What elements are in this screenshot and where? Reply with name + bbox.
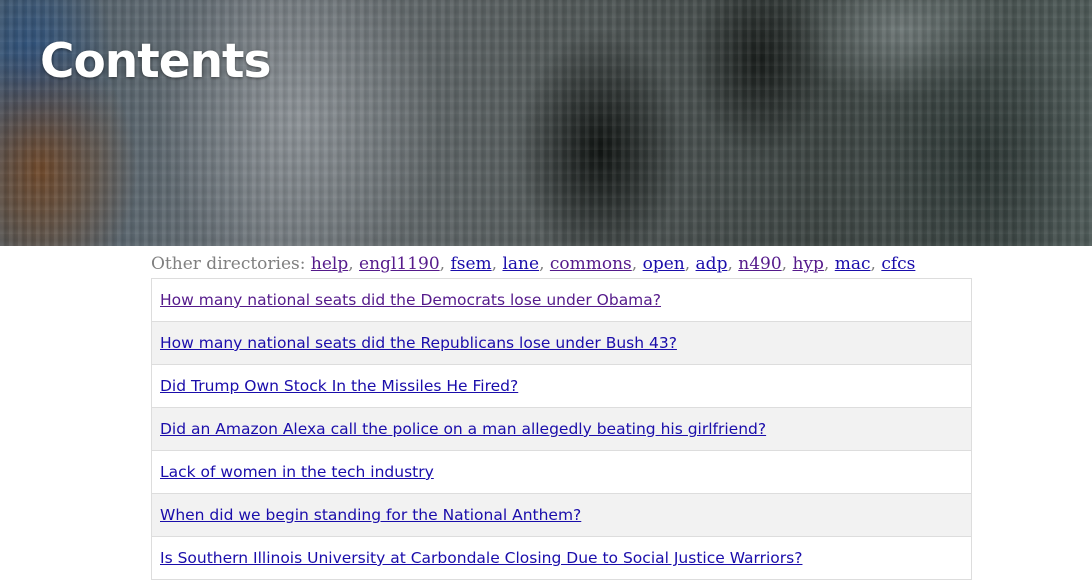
directory-link-engl1190[interactable]: engl1190 [359, 254, 440, 274]
directory-links: help, engl1190, fsem, lane, commons, ope… [311, 254, 916, 274]
list-item: How many national seats did the Republic… [152, 322, 971, 365]
article-link[interactable]: When did we begin standing for the Natio… [160, 506, 581, 524]
article-link[interactable]: Is Southern Illinois University at Carbo… [160, 549, 802, 567]
article-list: How many national seats did the Democrat… [151, 278, 972, 580]
list-item: How many national seats did the Democrat… [152, 279, 971, 322]
directory-separator: , [781, 254, 793, 274]
directory-link-fsem[interactable]: fsem [450, 254, 491, 274]
hero-banner: Contents [0, 0, 1092, 246]
directory-link-n490[interactable]: n490 [738, 254, 781, 274]
directory-link-cfcs[interactable]: cfcs [881, 254, 915, 274]
directory-separator: , [439, 254, 451, 274]
directory-separator: , [348, 254, 360, 274]
article-link[interactable]: Did an Amazon Alexa call the police on a… [160, 420, 766, 438]
directory-separator: , [823, 254, 835, 274]
list-item: Is Southern Illinois University at Carbo… [152, 537, 971, 580]
list-item: When did we begin standing for the Natio… [152, 494, 971, 537]
list-item: Did an Amazon Alexa call the police on a… [152, 408, 971, 451]
directory-link-hyp[interactable]: hyp [792, 254, 823, 274]
directory-link-lane[interactable]: lane [502, 254, 539, 274]
directory-separator: , [727, 254, 739, 274]
article-link[interactable]: Did Trump Own Stock In the Missiles He F… [160, 377, 518, 395]
directory-link-adp[interactable]: adp [696, 254, 728, 274]
other-directories-label: Other directories: [151, 254, 306, 274]
directory-separator: , [870, 254, 882, 274]
directory-link-mac[interactable]: mac [835, 254, 871, 274]
directory-link-help[interactable]: help [311, 254, 348, 274]
list-item: Lack of women in the tech industry [152, 451, 971, 494]
article-link[interactable]: How many national seats did the Democrat… [160, 291, 661, 309]
main-content: Other directories: help, engl1190, fsem,… [151, 250, 972, 580]
directory-separator: , [491, 254, 503, 274]
directory-link-open[interactable]: open [643, 254, 685, 274]
other-directories: Other directories: help, engl1190, fsem,… [151, 250, 972, 278]
list-item: Did Trump Own Stock In the Missiles He F… [152, 365, 971, 408]
directory-separator: , [684, 254, 696, 274]
article-link[interactable]: How many national seats did the Republic… [160, 334, 677, 352]
directory-separator: , [631, 254, 643, 274]
page-title: Contents [40, 34, 271, 89]
article-link[interactable]: Lack of women in the tech industry [160, 463, 434, 481]
directory-link-commons[interactable]: commons [550, 254, 632, 274]
directory-separator: , [539, 254, 550, 274]
